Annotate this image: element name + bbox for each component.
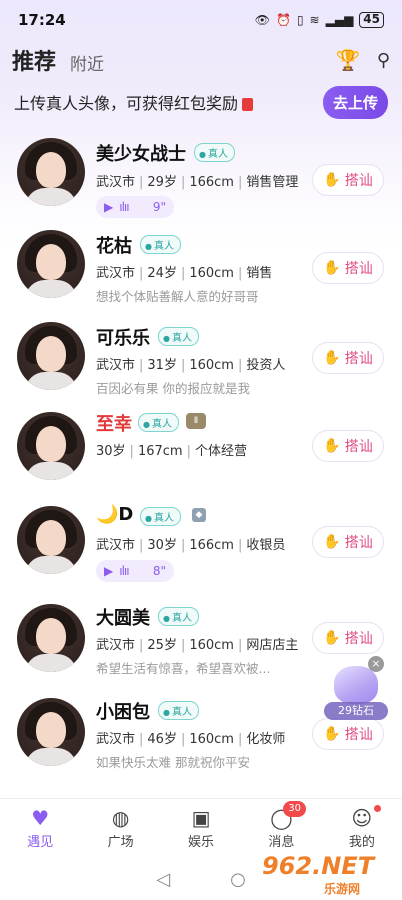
nav-entertainment[interactable]: ▣ 娱乐 <box>161 799 241 858</box>
bottom-nav: ♥ 遇见 ◍ 广场 ▣ 娱乐 ◯ 消息 30 ☺ 我的 <box>0 798 402 858</box>
vibrate-icon: ▯ <box>296 13 304 27</box>
avatar[interactable] <box>17 506 85 574</box>
alarm-icon: ⏰ <box>275 13 291 27</box>
verified-badge: 真人 <box>194 143 235 162</box>
watermark: 962.NET 乐游网 <box>262 852 375 896</box>
waveform-icon: ılıı <box>119 200 129 214</box>
planet-icon: ◍ <box>111 806 130 830</box>
user-info: 武汉市 | 24岁 | 160cm | 销售 <box>96 266 273 281</box>
greet-button[interactable]: ✋ 搭讪 <box>312 622 384 654</box>
banner-text: 上传真人头像，可获得红包奖励 <box>14 94 239 113</box>
voice-message[interactable]: ▶ ılıı 8" <box>96 560 174 582</box>
list-item[interactable]: 至幸 真人 Ⅱ 30岁|167cm|个体经营 ✋搭讪 <box>0 410 402 504</box>
signal-icon: ▂▄▆ <box>325 13 354 27</box>
wifi-icon: ≋ <box>309 13 320 27</box>
level-badge-icon: Ⅱ <box>186 413 206 429</box>
user-bio: 如果快乐太难 那就祝你平安 <box>96 755 250 770</box>
user-bio: 百因必有果 你的报应就是我 <box>96 381 250 396</box>
header: 推荐 附近 🏆 ⚲ <box>0 40 402 80</box>
status-time: 17:24 <box>18 11 66 29</box>
wave-hand-icon: ✋ <box>323 438 341 454</box>
user-name: 美少女战士 <box>96 144 186 165</box>
level-badge-icon: ◆ <box>192 508 206 522</box>
home-icon[interactable]: ○ <box>230 869 246 890</box>
verified-badge: 真人 <box>140 507 181 526</box>
avatar[interactable] <box>17 230 85 298</box>
upload-avatar-banner: 上传真人头像，可获得红包奖励 去上传 <box>8 84 394 120</box>
nav-square[interactable]: ◍ 广场 <box>80 799 160 858</box>
play-icon: ▶ <box>104 200 114 214</box>
verified-badge: 真人 <box>158 327 199 346</box>
play-icon: ▶ <box>104 564 114 578</box>
user-info: 武汉市 | 25岁 | 160cm | 网店店主 <box>96 638 299 653</box>
wave-hand-icon: ✋ <box>323 350 341 366</box>
close-icon[interactable]: × <box>368 656 384 672</box>
tab-nearby[interactable]: 附近 <box>70 50 104 75</box>
verified-badge: 真人 <box>140 235 181 254</box>
wave-hand-icon: ✋ <box>323 260 341 276</box>
user-name: 大圆美 <box>96 608 150 629</box>
battery-icon: 45 <box>359 12 384 28</box>
tab-recommend[interactable]: 推荐 <box>12 44 56 76</box>
status-icons: 👁 ⏰ ▯ ≋ ▂▄▆ 45 <box>255 12 384 28</box>
user-name: 可乐乐 <box>96 328 150 349</box>
verified-badge: 真人 <box>138 413 179 432</box>
avatar[interactable] <box>17 604 85 672</box>
avatar[interactable] <box>17 138 85 206</box>
heart-pulse-icon: ♥ <box>31 806 50 830</box>
chat-bubble-icon: ◯ <box>270 806 293 830</box>
greet-button[interactable]: ✋ 搭讪 <box>312 164 384 196</box>
avatar[interactable] <box>17 412 85 480</box>
eye-icon: 👁 <box>254 13 270 27</box>
user-info: 武汉市 | 30岁 | 166cm | 收银员 <box>96 538 286 553</box>
wave-hand-icon: ✋ <box>323 534 341 550</box>
unread-badge: 30 <box>283 801 306 817</box>
greet-button[interactable]: ✋ 搭讪 <box>312 342 384 374</box>
notification-dot <box>373 805 381 812</box>
list-item[interactable]: 🌙D 真人 ◆ 武汉市|30岁|166cm|收银员 ▶ılıı8" ✋搭讪 <box>0 504 402 604</box>
wave-hand-icon: ✋ <box>323 172 341 188</box>
greet-button[interactable]: ✋ 搭讪 <box>312 430 384 462</box>
filter-icon[interactable]: ⚲ <box>377 50 390 71</box>
list-item[interactable]: 花枯 真人 武汉市|24岁|160cm|销售 想找个体贴善解人意的好哥哥 ✋搭讪 <box>0 222 402 316</box>
play-box-icon: ▣ <box>191 806 211 830</box>
user-name: 小困包 <box>96 702 150 723</box>
diamond-price: 29钻石 <box>324 702 388 720</box>
user-bio: 想找个体贴善解人意的好哥哥 <box>96 289 259 304</box>
verified-badge: 真人 <box>158 607 199 626</box>
user-name: 花枯 <box>96 236 132 257</box>
back-icon[interactable]: ◁ <box>156 869 170 890</box>
profile-icon: ☺ <box>351 806 373 830</box>
verified-badge: 真人 <box>158 701 199 720</box>
waveform-icon: ılıı <box>119 564 129 578</box>
trophy-icon[interactable]: 🏆 <box>336 48 361 72</box>
avatar[interactable] <box>17 322 85 390</box>
diamond-icon <box>334 666 378 704</box>
nav-meet[interactable]: ♥ 遇见 <box>0 799 80 858</box>
diamond-offer-float[interactable]: 29钻石 × <box>320 656 392 724</box>
wave-hand-icon: ✋ <box>323 630 341 646</box>
user-info: 武汉市 | 31岁 | 160cm | 投资人 <box>96 358 286 373</box>
status-bar: 17:24 👁 ⏰ ▯ ≋ ▂▄▆ 45 <box>0 0 402 40</box>
nav-me[interactable]: ☺ 我的 <box>322 799 402 858</box>
upload-button[interactable]: 去上传 <box>322 85 388 119</box>
user-info: 武汉市 | 29岁 | 166cm | 销售管理 <box>96 175 299 190</box>
user-name: 至幸 <box>96 414 132 435</box>
avatar[interactable] <box>17 698 85 766</box>
red-envelope-icon <box>242 97 254 111</box>
greet-button[interactable]: ✋ 搭讪 <box>312 252 384 284</box>
user-name: 🌙D <box>96 504 134 525</box>
list-item[interactable]: 美少女战士 真人 武汉市|29岁|166cm|销售管理 ▶ılıı9" ✋搭讪 <box>0 128 402 222</box>
nav-messages[interactable]: ◯ 消息 30 <box>241 799 321 858</box>
user-bio: 希望生活有惊喜，希望喜欢被... <box>96 661 271 676</box>
user-info: 武汉市 | 46岁 | 160cm | 化妆师 <box>96 732 286 747</box>
user-info: 30岁 | 167cm | 个体经营 <box>96 444 247 459</box>
greet-button[interactable]: ✋ 搭讪 <box>312 526 384 558</box>
list-item[interactable]: 可乐乐 真人 武汉市|31岁|160cm|投资人 百因必有果 你的报应就是我 ✋… <box>0 316 402 410</box>
wave-hand-icon: ✋ <box>323 726 341 742</box>
voice-message[interactable]: ▶ ılıı 9" <box>96 196 174 218</box>
